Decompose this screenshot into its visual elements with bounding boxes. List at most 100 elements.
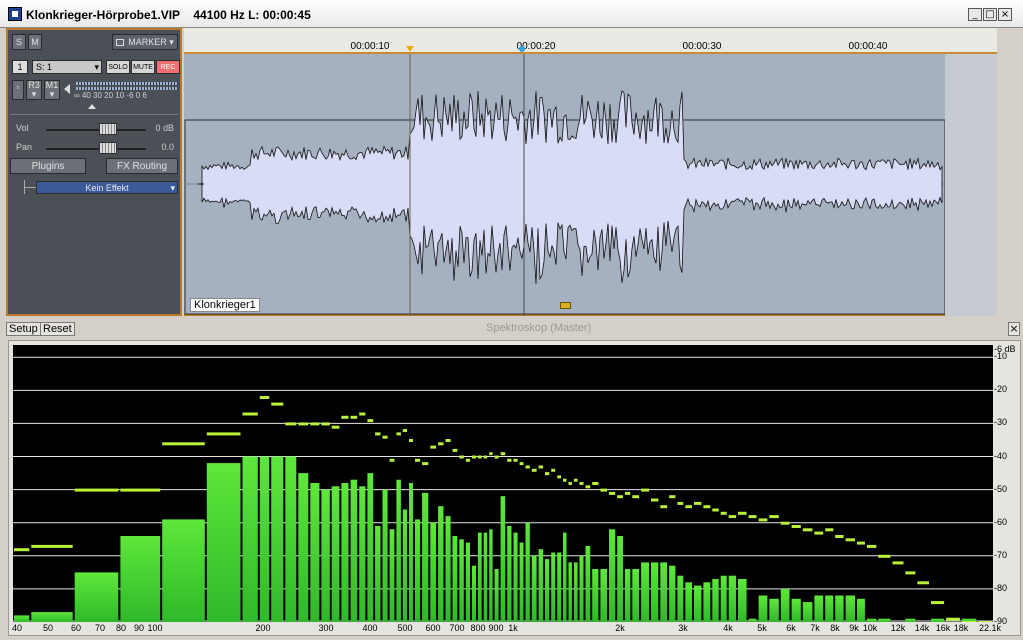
peak-hold-marker (866, 544, 877, 548)
spectrum-bar (367, 473, 374, 622)
peak-hold-marker (738, 511, 747, 515)
frequency-tick-label: 9k (849, 623, 859, 633)
route-r-button[interactable]: R3 ▾ (26, 80, 42, 100)
peak-hold-marker (341, 415, 349, 419)
range-start-marker-icon[interactable] (406, 46, 414, 52)
mute-button[interactable]: MUTE (131, 60, 155, 74)
waveform-svg (184, 54, 997, 316)
spectrum-bar (162, 519, 205, 622)
peak-hold-marker (931, 601, 945, 605)
peak-hold-marker (946, 617, 960, 621)
peak-hold-marker (600, 488, 607, 492)
peak-hold-marker (624, 491, 631, 495)
spectrum-bar (720, 575, 727, 622)
route-m-button[interactable]: M1 ▾ (44, 80, 60, 100)
spectrum-bar (359, 486, 366, 622)
spectrum-bar (438, 506, 444, 622)
spectrum-bar (341, 483, 349, 622)
spectrum-bar (415, 519, 421, 622)
reset-button[interactable]: Reset (40, 322, 75, 336)
frequency-tick-label: 70 (94, 623, 106, 633)
vol-slider-knob[interactable] (99, 123, 117, 135)
close-button[interactable]: × (998, 8, 1012, 21)
solo-button[interactable]: SOLO (106, 60, 130, 74)
fx-routing-button[interactable]: FX Routing (106, 158, 178, 174)
beyond-clip-region (945, 54, 997, 316)
spectrum-bar (489, 529, 493, 622)
chevron-down-icon: ▾ (94, 62, 99, 72)
frequency-tick-label: 400 (362, 623, 378, 633)
pan-slider-knob[interactable] (99, 142, 117, 154)
spectrum-bar (519, 542, 524, 622)
peak-hold-marker (758, 518, 768, 522)
input-value: S: 1 (36, 62, 53, 72)
peak-hold-marker (459, 455, 464, 459)
spectrum-bar (669, 565, 676, 622)
spectrum-bar (525, 522, 530, 622)
spectrum-bar (389, 529, 395, 622)
playhead-marker-icon[interactable] (519, 46, 525, 52)
track-m-button[interactable]: M (28, 34, 42, 50)
setup-button[interactable]: Setup (6, 322, 41, 336)
spectrum-svg (13, 344, 993, 624)
peak-hold-marker (298, 422, 309, 426)
marker-button[interactable]: MARKER ▾ (112, 34, 178, 50)
spectrum-bar (802, 602, 813, 622)
spectrum-bar (780, 588, 790, 622)
peak-hold-marker (563, 478, 567, 482)
db-tick-label: -70 (994, 550, 1008, 560)
collapse-arrow-icon[interactable] (88, 104, 96, 109)
pan-label: Pan (16, 142, 33, 152)
spectrum-bar (242, 456, 258, 622)
rec-button[interactable]: REC (156, 60, 180, 74)
peak-hold-marker (660, 505, 668, 509)
spectrum-bar (396, 479, 401, 622)
spectroscope-close-button[interactable]: × (1008, 322, 1020, 336)
db-tick-label: -10 (994, 351, 1008, 361)
peak-hold-marker (585, 485, 591, 489)
waveform-area[interactable]: Klonkrieger1 (184, 54, 997, 316)
track-s-button[interactable]: S (12, 34, 26, 50)
peak-hold-marker (242, 412, 258, 416)
frequency-tick-label: 100 (147, 623, 163, 633)
frequency-tick-label: 80 (115, 623, 127, 633)
input-select[interactable]: S: 1 ▾ (32, 60, 102, 74)
effect-select[interactable]: Kein Effekt ▾ (36, 181, 178, 194)
peak-hold-marker (359, 412, 366, 416)
peak-hold-marker (669, 495, 676, 499)
spectrum-bar (585, 545, 591, 622)
lock-toggle[interactable]: ▫ (12, 80, 24, 100)
db-tick-label: -60 (994, 517, 1008, 527)
vol-slider-track[interactable] (46, 129, 146, 131)
timeline-ruler[interactable]: 00:00:10 00:00:20 00:00:30 00:00:40 (184, 28, 997, 54)
track-number: 1 (12, 60, 28, 74)
spectrum-bar (321, 489, 330, 622)
frequency-tick-label: 60 (70, 623, 82, 633)
peak-hold-marker (382, 435, 388, 439)
frequency-tick-label: 50 (42, 623, 54, 633)
spectrum-bar (866, 618, 877, 622)
frequency-tick-label: 22.1k (978, 623, 1002, 633)
peak-hold-marker (551, 468, 556, 472)
frequency-tick-label: 600 (425, 623, 441, 633)
spectrum-bar (465, 542, 470, 622)
spectrum-bar (375, 526, 381, 622)
peak-hold-marker (452, 448, 458, 452)
peak-hold-marker (206, 432, 241, 436)
maximize-button[interactable]: □ (983, 8, 997, 21)
key-icon (560, 302, 571, 309)
frequency-tick-label: 200 (255, 623, 271, 633)
spectrum-bar (617, 536, 623, 622)
plugins-button[interactable]: Plugins (10, 158, 86, 174)
spectrum-bar (931, 618, 945, 622)
peak-hold-marker (331, 425, 340, 429)
frequency-tick-label: 7k (810, 623, 820, 633)
minimize-button[interactable]: _ (968, 8, 982, 21)
level-meter-left (76, 82, 178, 85)
peak-hold-marker (677, 501, 684, 505)
peak-hold-marker (494, 455, 499, 459)
pan-slider-track[interactable] (46, 148, 146, 150)
db-tick-label: -30 (994, 417, 1008, 427)
peak-hold-marker (592, 482, 599, 485)
peak-hold-marker (845, 538, 855, 542)
